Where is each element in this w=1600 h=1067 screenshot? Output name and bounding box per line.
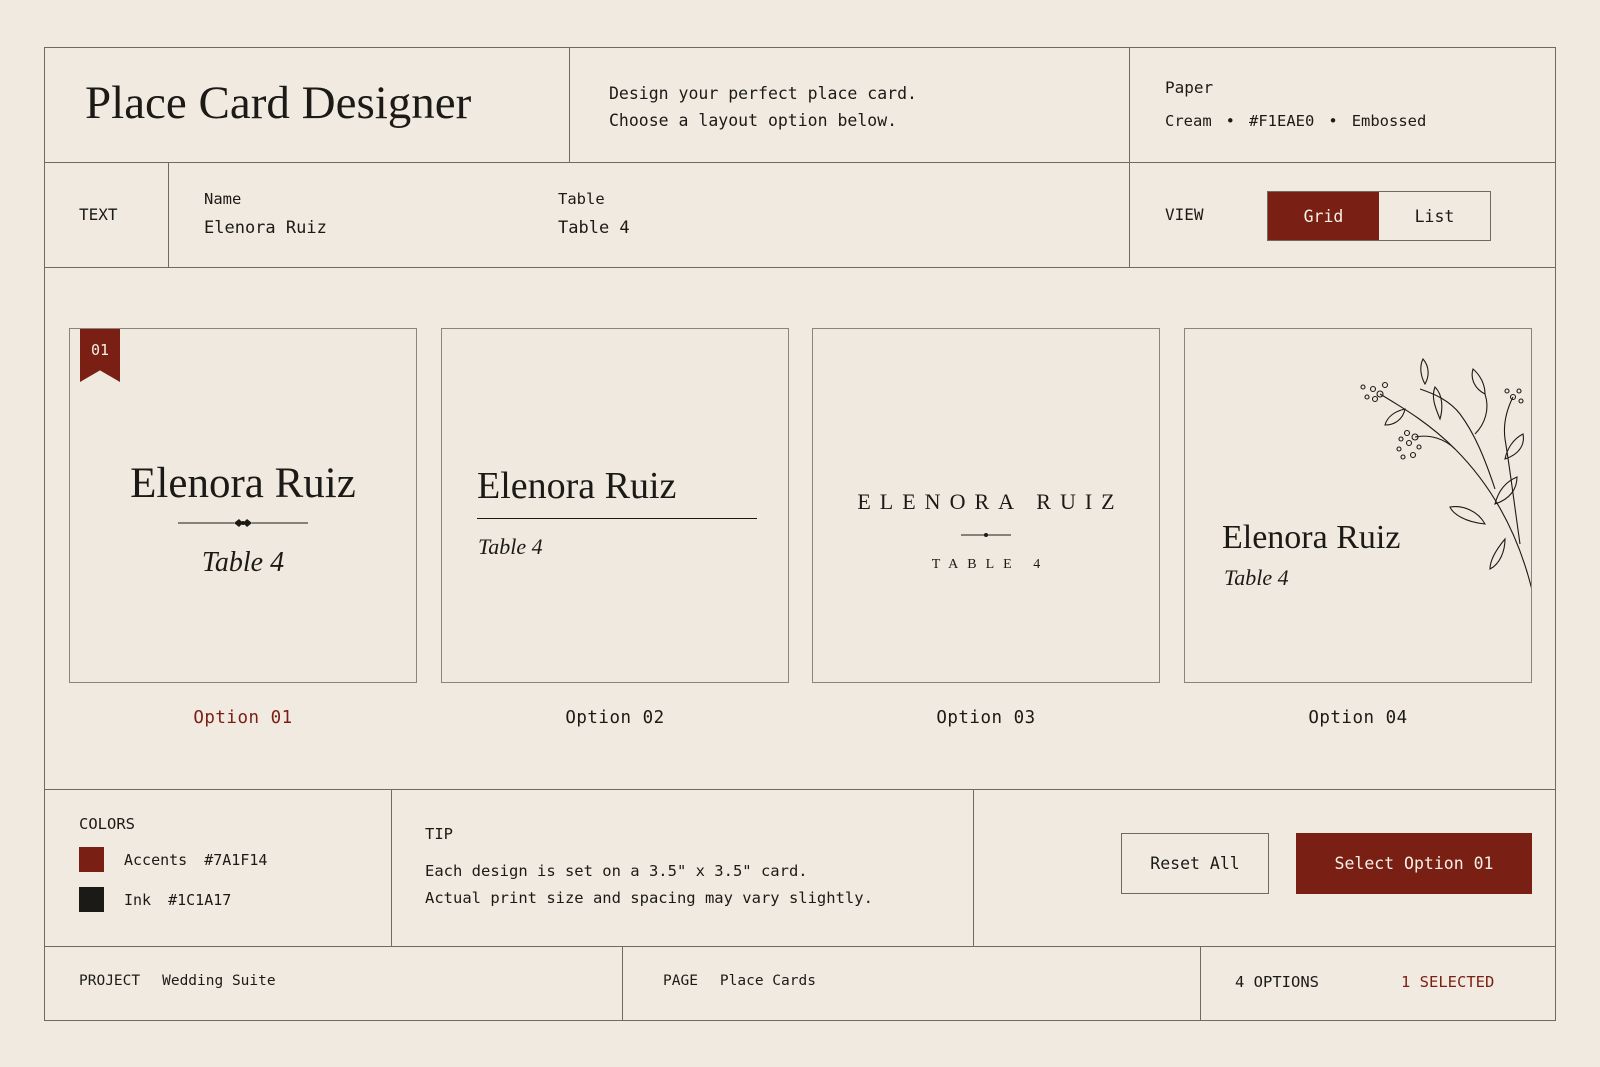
text-label-cell: TEXT xyxy=(45,163,169,267)
card-option-04[interactable]: Elenora Ruiz Table 4 xyxy=(1184,328,1532,683)
card-option-02[interactable]: Elenora Ruiz Table 4 xyxy=(441,328,789,683)
page-title: Place Card Designer xyxy=(85,77,472,129)
name-field[interactable]: Name Elenora Ruiz xyxy=(204,190,327,238)
paper-info: Cream • #F1EAE0 • Embossed xyxy=(1165,112,1426,130)
tip-line-1: Each design is set on a 3.5" x 3.5" card… xyxy=(425,862,808,880)
description-line-1: Design your perfect place card. xyxy=(609,84,917,103)
color-ink[interactable]: Ink #1C1A17 xyxy=(79,887,231,912)
page-value: Place Cards xyxy=(719,973,816,989)
footer-status: 4 OPTIONS 1 SELECTED xyxy=(1201,947,1557,1020)
card-option-03[interactable]: ELENORA RUIZ TABLE 4 xyxy=(812,328,1160,683)
color-accent[interactable]: Accents #7A1F14 xyxy=(79,847,267,872)
options-count: 4 OPTIONS xyxy=(1235,973,1319,991)
card-table: Table 4 xyxy=(1224,565,1289,590)
card-table: Table 4 xyxy=(201,547,285,578)
title-cell: Place Card Designer xyxy=(45,48,570,162)
reset-all-button[interactable]: Reset All xyxy=(1121,833,1269,894)
table-field[interactable]: Table Table 4 xyxy=(558,190,630,238)
name-value[interactable]: Elenora Ruiz xyxy=(204,218,327,238)
ink-hex: #1C1A17 xyxy=(168,890,232,909)
view-cell: VIEW Grid List xyxy=(1130,163,1557,267)
accent-name: Accents xyxy=(124,850,188,869)
table-label: Table xyxy=(558,190,605,208)
option-label-03[interactable]: Option 03 xyxy=(812,708,1160,728)
view-list-button[interactable]: List xyxy=(1379,192,1490,240)
colors-cell: COLORS Accents #7A1F14 Ink #1C1A17 xyxy=(45,790,392,946)
app-frame: Place Card Designer Design your perfect … xyxy=(44,47,1556,1021)
description: Design your perfect place card. Choose a… xyxy=(609,80,917,134)
colors-label: COLORS xyxy=(79,815,135,833)
card-name: Elenora Ruiz xyxy=(1222,519,1401,556)
description-cell: Design your perfect place card. Choose a… xyxy=(570,48,1130,162)
footer-project: PROJECT Wedding Suite xyxy=(45,947,623,1020)
paper-finish: Embossed xyxy=(1351,112,1427,130)
bottom-panel: COLORS Accents #7A1F14 Ink #1C1A17 TIP E… xyxy=(45,790,1555,947)
paper-hex: #F1EAE0 xyxy=(1249,112,1315,130)
card-rule xyxy=(477,518,757,519)
tip-cell: TIP Each design is set on a 3.5" x 3.5" … xyxy=(392,790,974,946)
separator-dot-icon: • xyxy=(1328,112,1338,130)
header: Place Card Designer Design your perfect … xyxy=(45,48,1555,163)
page-label: PAGE xyxy=(663,973,698,989)
separator-dot-icon: • xyxy=(1225,112,1236,130)
text-panel: TEXT Name Elenora Ruiz Table Table 4 VIE… xyxy=(45,163,1555,268)
ink-name: Ink xyxy=(124,890,152,909)
project-label: PROJECT xyxy=(79,973,141,989)
text-label: TEXT xyxy=(79,205,118,224)
project-value: Wedding Suite xyxy=(162,973,276,989)
view-grid-button[interactable]: Grid xyxy=(1268,192,1379,240)
selected-count: 1 SELECTED xyxy=(1401,973,1495,991)
tip-text: Each design is set on a 3.5" x 3.5" card… xyxy=(425,858,873,912)
select-option-button[interactable]: Select Option 01 xyxy=(1296,833,1532,894)
accent-hex: #7A1F14 xyxy=(204,850,268,869)
card-name: Elenora Ruiz xyxy=(477,465,677,507)
paper-name: Cream xyxy=(1165,112,1212,130)
option-label-04[interactable]: Option 04 xyxy=(1153,708,1563,728)
accent-swatch[interactable] xyxy=(79,847,104,872)
selected-badge: 01 xyxy=(80,329,120,382)
text-fields: Name Elenora Ruiz Table Table 4 xyxy=(169,163,1130,267)
card-table: TABLE 4 xyxy=(931,557,1050,572)
option-label-02[interactable]: Option 02 xyxy=(441,708,789,728)
card-grid: 01 Elenora Ruiz Table 4 Option 01 Elenor… xyxy=(45,268,1555,790)
divider-ornament-icon xyxy=(178,519,308,527)
card-option-01[interactable]: 01 Elenora Ruiz Table 4 xyxy=(69,328,417,683)
tip-label: TIP xyxy=(425,825,453,843)
view-label: VIEW xyxy=(1165,205,1204,224)
description-line-2: Choose a layout option below. xyxy=(609,111,898,130)
paper-cell: Paper Cream • #F1EAE0 • Embossed xyxy=(1130,48,1557,162)
footer-page: PAGE Place Cards xyxy=(623,947,1201,1020)
footer: PROJECT Wedding Suite PAGE Place Cards 4 O… xyxy=(45,947,1555,1020)
table-value[interactable]: Table 4 xyxy=(558,218,630,238)
divider-dot-icon xyxy=(961,533,1011,537)
name-label: Name xyxy=(204,190,242,208)
tip-line-2: Actual print size and spacing may vary s… xyxy=(425,889,873,907)
card-name: ELENORA RUIZ xyxy=(857,489,1124,514)
card-table: Table 4 xyxy=(478,534,543,559)
card-name: Elenora Ruiz xyxy=(130,460,356,507)
paper-label: Paper xyxy=(1165,78,1214,97)
option-label-01[interactable]: Option 01 xyxy=(69,708,417,728)
ink-swatch[interactable] xyxy=(79,887,104,912)
view-toggle[interactable]: Grid List xyxy=(1267,191,1491,241)
